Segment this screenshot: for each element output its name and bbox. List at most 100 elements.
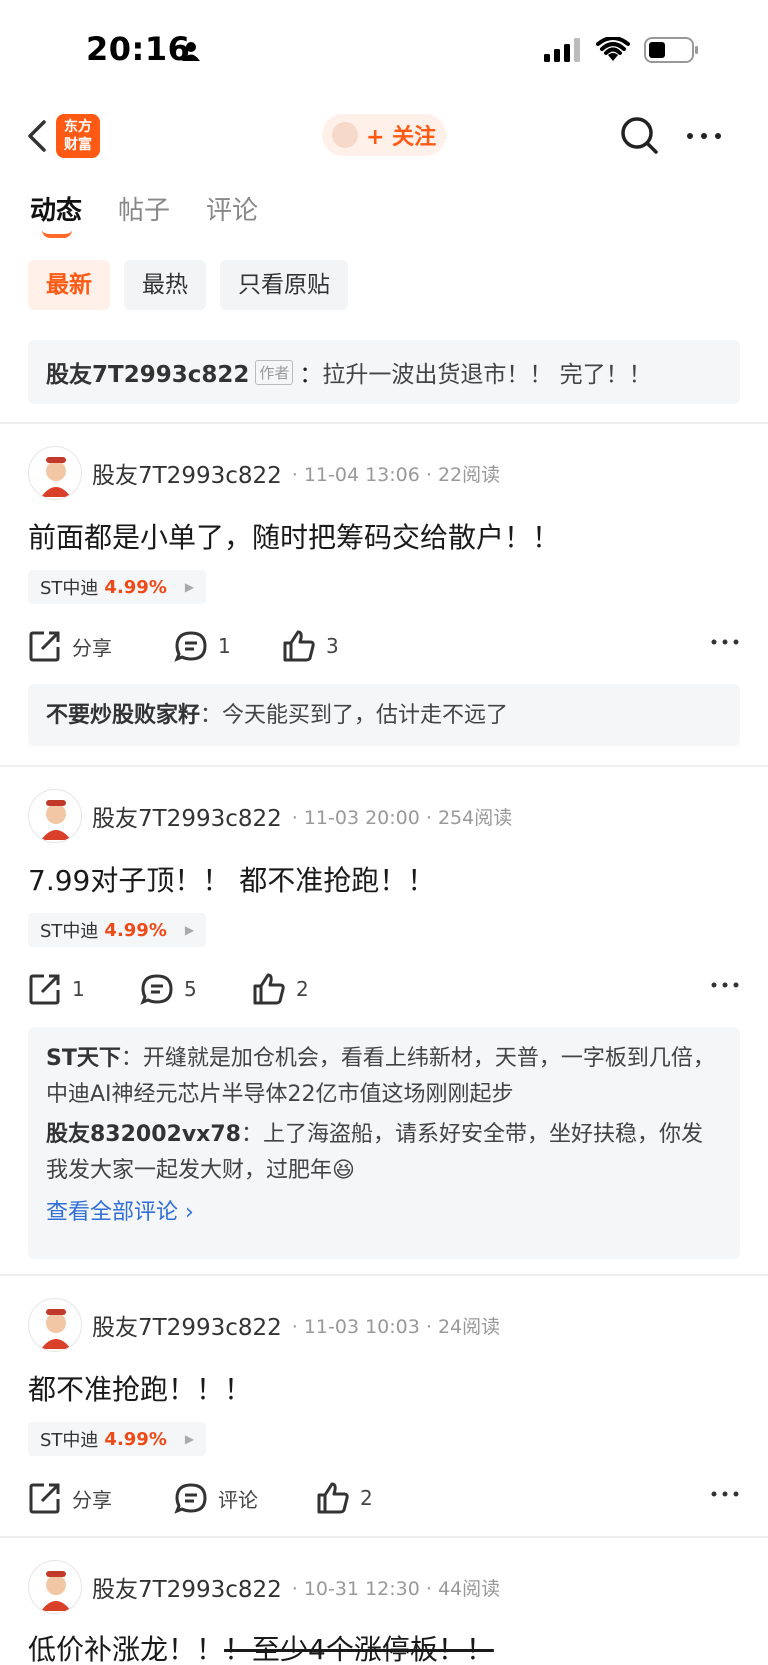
post-author[interactable]: 股友7T2993c822: [92, 456, 282, 490]
avatar-icon: [41, 1309, 71, 1349]
avatar[interactable]: [28, 1560, 82, 1614]
battery-icon: [644, 37, 698, 63]
divider: [0, 422, 768, 424]
status-time: 20:16: [86, 30, 191, 68]
share-button[interactable]: 分享: [28, 626, 112, 666]
post-author[interactable]: 股友7T2993c822: [92, 799, 282, 833]
tab-dynamic[interactable]: 动态: [30, 190, 82, 240]
more-icon[interactable]: [710, 632, 740, 652]
divider: [0, 1274, 768, 1276]
comment-count: 1: [218, 634, 231, 658]
comment-button[interactable]: 1: [174, 626, 231, 666]
tab-label: 动态: [30, 196, 83, 226]
post-meta: · 11-04 13:06 · 22阅读: [291, 463, 501, 486]
more-icon[interactable]: [684, 114, 724, 156]
post-card[interactable]: 股友7T2993c822 · 11-03 10:03 · 24阅读 都不准抢跑！…: [0, 1298, 768, 1520]
thumbs-up-icon: [283, 630, 315, 662]
avatar-icon: [41, 1571, 71, 1611]
post-meta: · 10-31 12:30 · 44阅读: [291, 1577, 501, 1600]
more-icon[interactable]: [710, 1484, 740, 1504]
post-card[interactable]: 股友7T2993c822 · 11-03 20:00 · 254阅读 7.99对…: [0, 789, 768, 1259]
play-icon: ▶: [184, 1432, 195, 1446]
post-header: 股友7T2993c822 · 11-03 20:00 · 254阅读: [28, 789, 512, 843]
share-count: 分享: [72, 635, 112, 660]
divider: [0, 765, 768, 767]
pinned-text: 拉升一波出货退市！！ 完了！！: [322, 362, 652, 388]
comment-item: 股友832002vx78：上了海盗船，请系好安全带，坐好扶稳，你发我发大家一起发…: [46, 1117, 722, 1189]
post-header: 股友7T2993c822 · 10-31 12:30 · 44阅读: [28, 1560, 500, 1614]
pinned-comment[interactable]: 股友7T2993c822 作者 ： 拉升一波出货退市！！ 完了！！: [28, 340, 740, 404]
stock-chip[interactable]: ST中迪 4.99% ▶: [28, 913, 207, 947]
post-actions: 1 5 2: [28, 969, 740, 1009]
follow-button[interactable]: + 关注: [322, 114, 446, 156]
author-tag: 作者: [255, 359, 294, 385]
tab-bar: 动态 帖子 评论: [30, 190, 258, 240]
status-bar: 20:16: [0, 0, 768, 100]
more-icon[interactable]: [710, 975, 740, 995]
thumbs-up-icon: [253, 973, 285, 1005]
stock-change: 4.99%: [104, 919, 167, 941]
back-arrow-icon[interactable]: [22, 116, 52, 156]
filter-hot[interactable]: 最热: [124, 260, 206, 310]
avatar[interactable]: [28, 1298, 82, 1352]
like-button[interactable]: 3: [282, 626, 339, 666]
like-count: 2: [360, 1486, 373, 1510]
comment-button[interactable]: 评论: [174, 1478, 258, 1518]
avatar[interactable]: [28, 446, 82, 500]
filter-original-only[interactable]: 只看原贴: [220, 260, 348, 310]
tab-comments[interactable]: 评论: [206, 190, 258, 240]
stock-name: ST中迪: [40, 578, 99, 599]
filter-latest[interactable]: 最新: [28, 260, 110, 310]
comment-author: 不要炒股败家籽: [46, 703, 201, 728]
avatar-icon: [41, 457, 71, 497]
like-button[interactable]: 2: [316, 1478, 373, 1518]
struck-text: ！至少4个涨停板！！: [224, 1633, 494, 1665]
comment-text: 开缝就是加仓机会，看看上纬新材，天普，一字板到几倍，中迪AI神经元芯片半导体22…: [46, 1046, 715, 1107]
share-icon: [29, 631, 60, 662]
nav-bar: 东方 财富 + 关注: [0, 104, 768, 168]
post-card[interactable]: 股友7T2993c822 · 11-04 13:06 · 22阅读 前面都是小单…: [0, 446, 768, 746]
view-all-comments-link[interactable]: 查看全部评论 ›: [46, 1195, 722, 1231]
logo-line1: 东方: [64, 119, 92, 135]
post-author[interactable]: 股友7T2993c822: [92, 1570, 282, 1604]
separator: ：: [120, 1046, 143, 1071]
avatar-icon: [41, 800, 71, 840]
stock-change: 4.99%: [104, 1428, 167, 1450]
comment-count: 评论: [218, 1487, 258, 1512]
post-body-text: 低价补涨龙！！: [28, 1633, 225, 1665]
post-card[interactable]: 股友7T2993c822 · 10-31 12:30 · 44阅读 低价补涨龙！…: [0, 1560, 768, 1665]
avatar: [332, 122, 358, 148]
comment-preview[interactable]: 不要炒股败家籽：今天能买到了，估计走不远了: [28, 684, 740, 746]
stock-chip[interactable]: ST中迪 4.99% ▶: [28, 1422, 207, 1456]
comment-button[interactable]: 5: [140, 969, 197, 1009]
share-button[interactable]: 1: [28, 969, 85, 1009]
tab-posts[interactable]: 帖子: [118, 190, 170, 240]
thumbs-up-icon: [317, 1482, 349, 1514]
stock-name: ST中迪: [40, 1430, 99, 1451]
like-button[interactable]: 2: [252, 969, 309, 1009]
share-count: 1: [72, 977, 85, 1001]
post-body[interactable]: 都不准抢跑！！！: [28, 1368, 252, 1408]
stock-change: 4.99%: [104, 576, 167, 598]
comment-icon: [174, 631, 207, 662]
post-body[interactable]: 低价补涨龙！！！至少4个涨停板！！: [28, 1628, 494, 1665]
separator: ：: [200, 703, 223, 728]
stock-chip[interactable]: ST中迪 4.99% ▶: [28, 570, 207, 604]
avatar[interactable]: [28, 789, 82, 843]
search-icon[interactable]: [618, 114, 660, 156]
share-button[interactable]: 分享: [28, 1478, 112, 1518]
tab-label: 帖子: [118, 196, 171, 226]
divider: [0, 1536, 768, 1538]
share-icon: [29, 1483, 60, 1514]
tab-underline: [42, 230, 72, 238]
post-body[interactable]: 7.99对子顶！！ 都不准抢跑！！: [28, 859, 435, 899]
comment-icon: [140, 974, 173, 1005]
play-icon: ▶: [184, 923, 195, 937]
post-meta: · 11-03 10:03 · 24阅读: [291, 1315, 501, 1338]
comment-item: ST天下：开缝就是加仓机会，看看上纬新材，天普，一字板到几倍，中迪AI神经元芯片…: [46, 1041, 722, 1113]
logo-line2: 财富: [64, 137, 92, 153]
play-icon: ▶: [184, 580, 195, 594]
comment-preview[interactable]: ST天下：开缝就是加仓机会，看看上纬新材，天普，一字板到几倍，中迪AI神经元芯片…: [28, 1027, 740, 1259]
post-author[interactable]: 股友7T2993c822: [92, 1308, 282, 1342]
post-body[interactable]: 前面都是小单了，随时把筹码交给散户！！: [28, 516, 560, 556]
